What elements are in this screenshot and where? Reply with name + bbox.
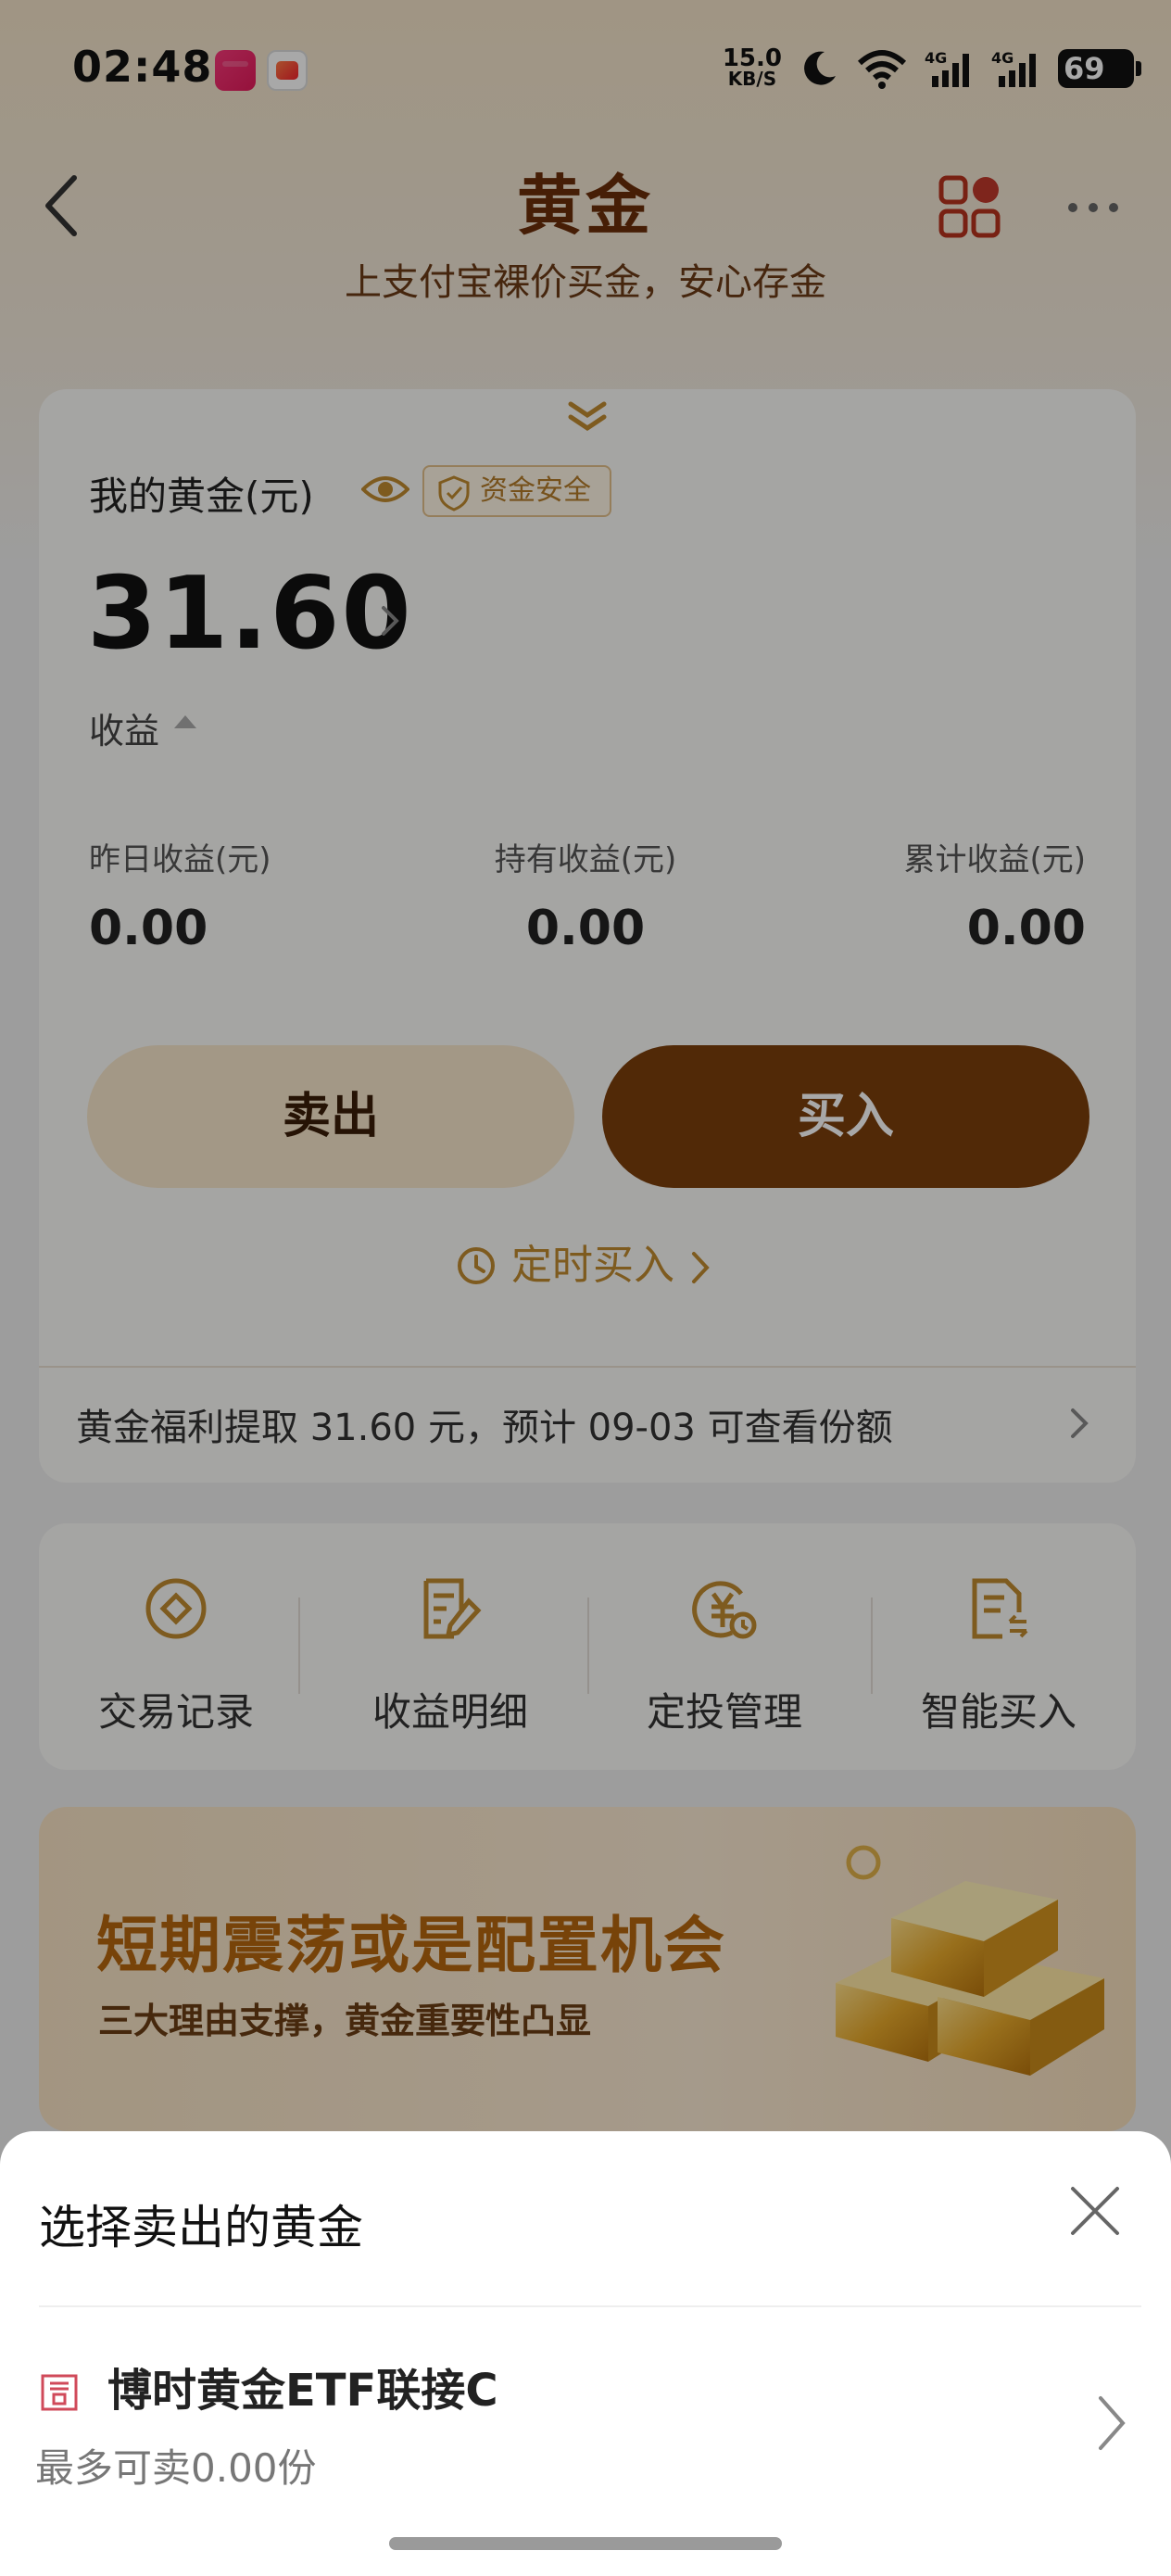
sheet-title: 选择卖出的黄金 bbox=[39, 2201, 363, 2254]
close-icon bbox=[1071, 2187, 1119, 2235]
sell-gold-sheet: 选择卖出的黄金 博时黄金ETF联接C 最多可卖0.00份 bbox=[0, 2131, 1171, 2576]
fund-list-item[interactable]: 博时黄金ETF联接C 最多可卖0.00份 bbox=[0, 2307, 1171, 2502]
fund-available-amount: 最多可卖0.00份 bbox=[35, 2445, 317, 2491]
fund-logo-icon bbox=[41, 2374, 78, 2411]
chevron-right-icon bbox=[1099, 2396, 1126, 2450]
home-indicator[interactable] bbox=[389, 2537, 782, 2550]
close-button[interactable] bbox=[1067, 2183, 1123, 2239]
fund-name: 博时黄金ETF联接C bbox=[107, 2365, 498, 2417]
